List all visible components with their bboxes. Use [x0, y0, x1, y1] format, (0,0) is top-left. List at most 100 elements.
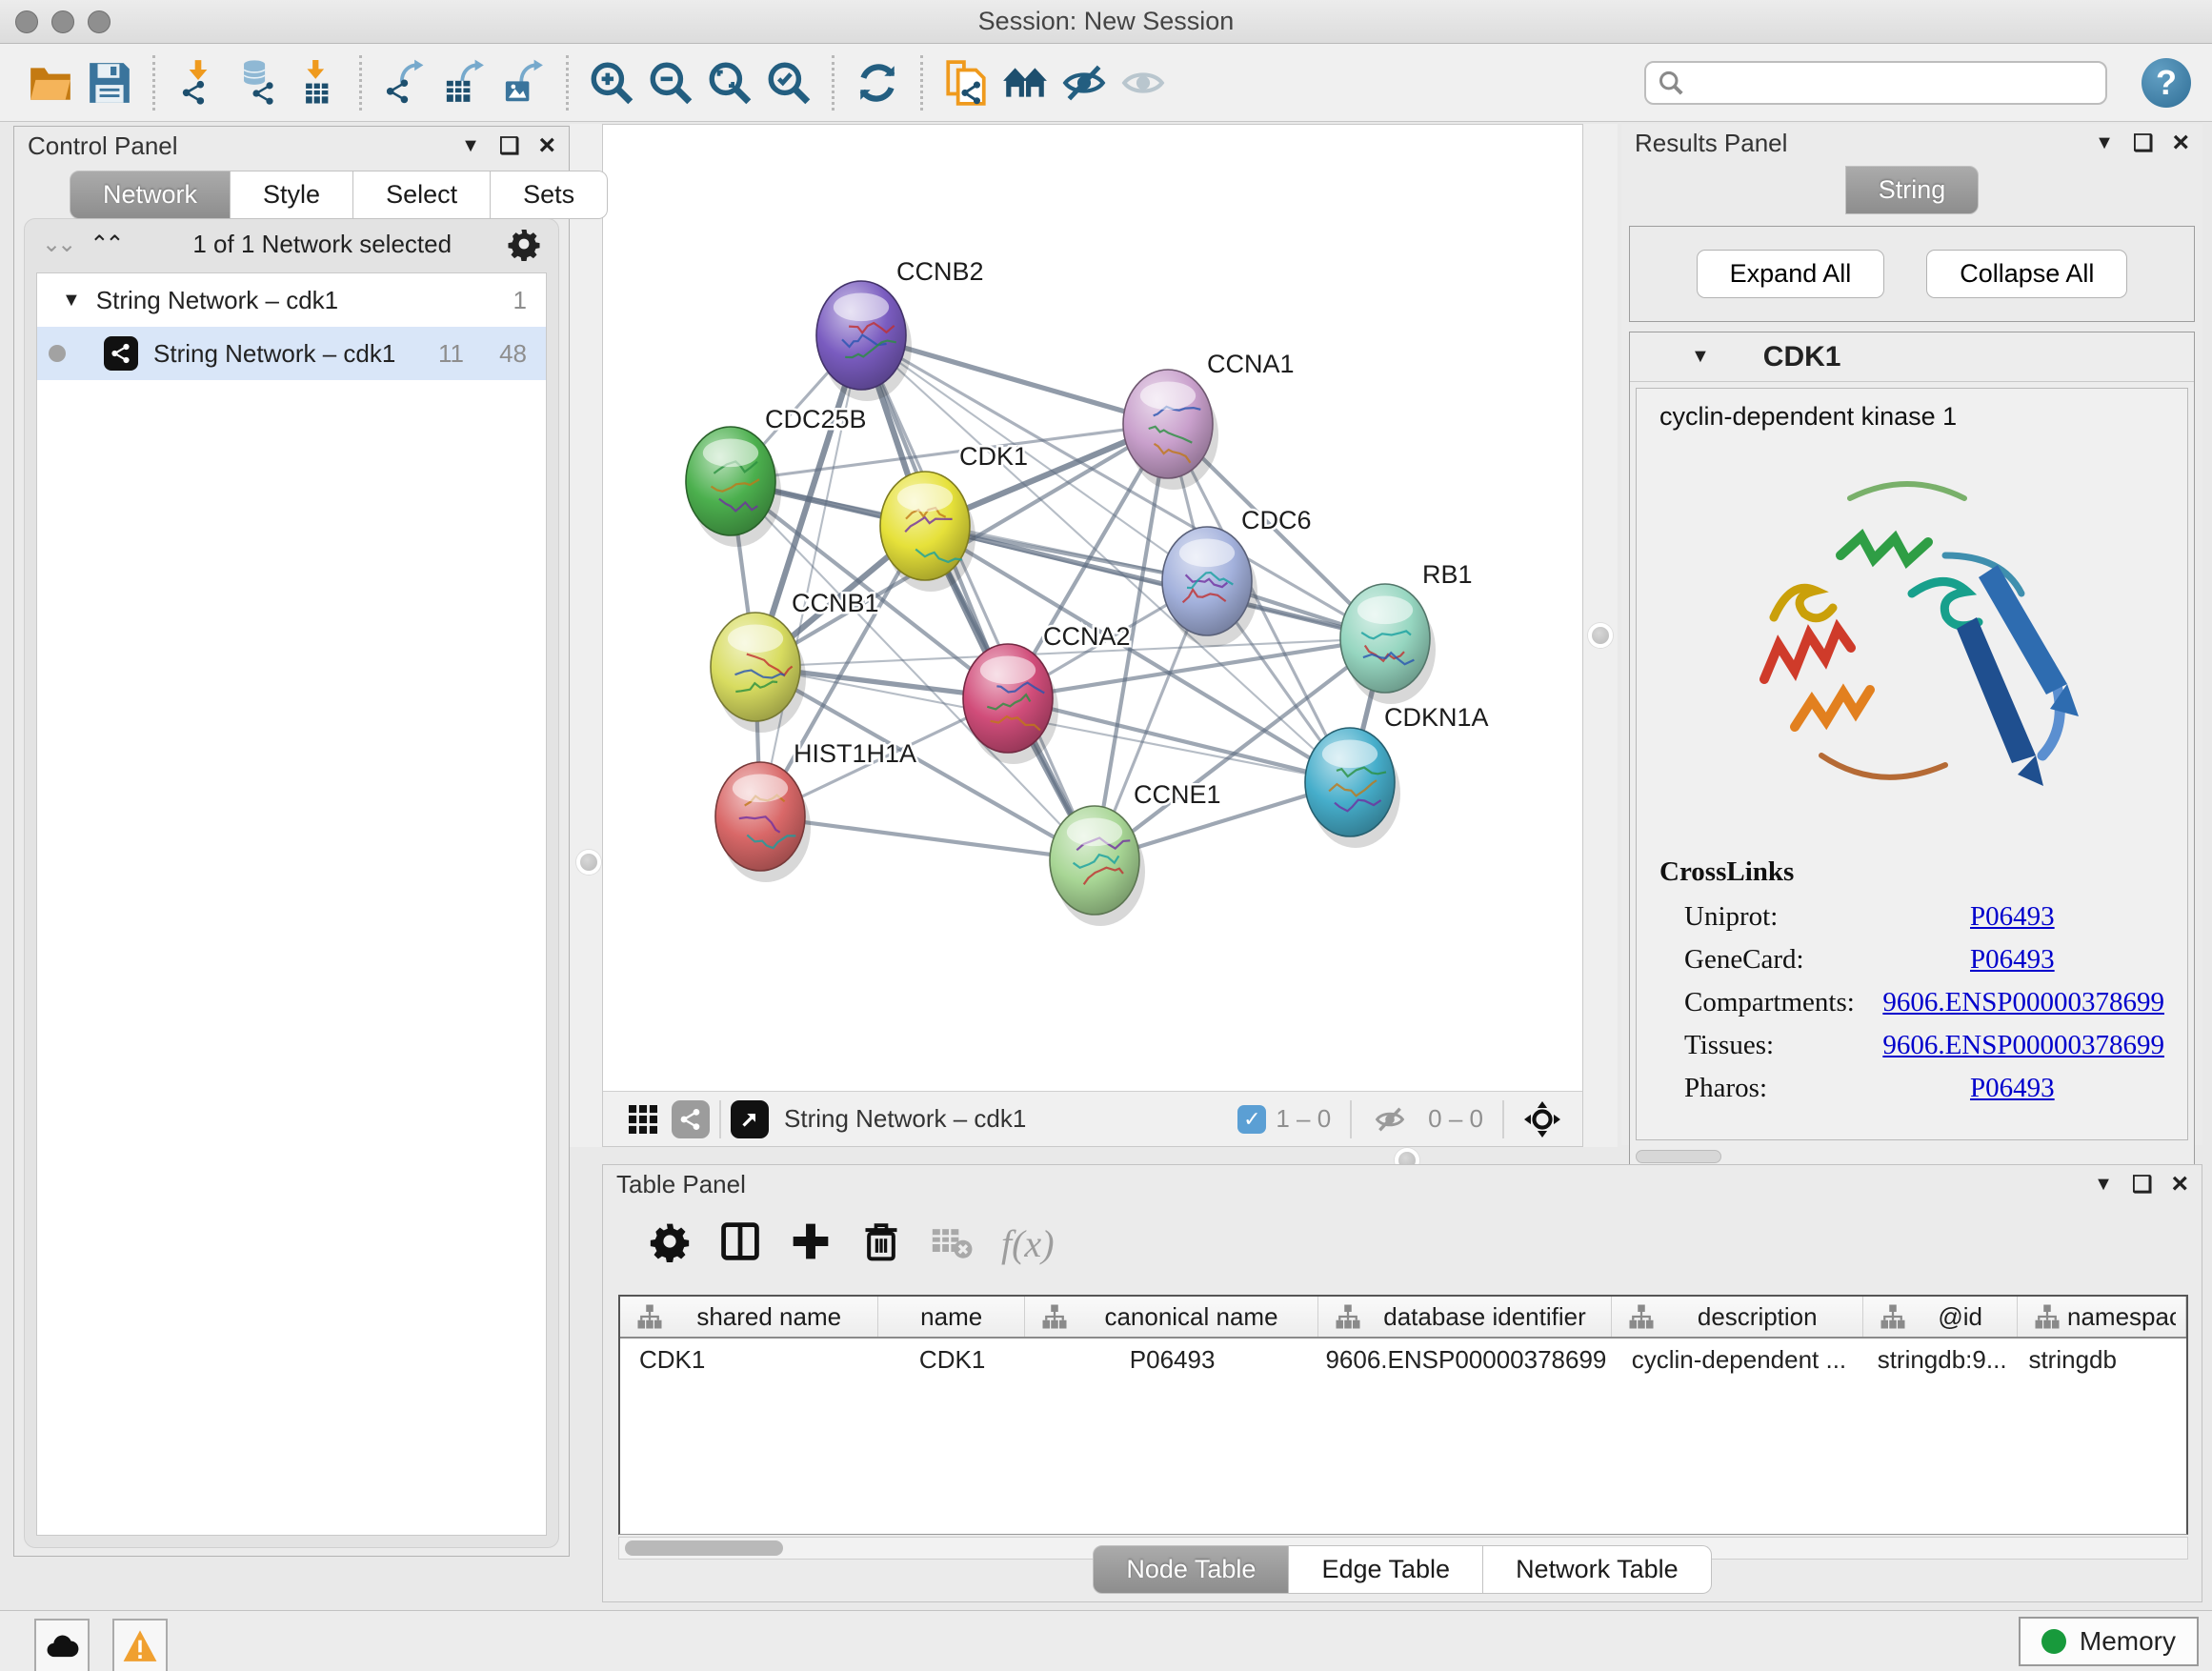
memory-button[interactable]: Memory [2019, 1617, 2199, 1666]
show-graphics-details-button[interactable] [1114, 53, 1173, 112]
collection-expander-icon[interactable]: ▼ [62, 290, 81, 312]
column-header-name[interactable]: name [878, 1297, 1025, 1337]
network-node-CCNB2[interactable] [816, 281, 912, 401]
network-canvas[interactable]: CCNB2CCNA1CDC25BCDK1CDC6RB1CCNB1CCNA2CDK… [603, 125, 1582, 1091]
control-panel-close-button[interactable]: × [538, 130, 555, 162]
collapse-all-networks-icon[interactable]: ⌄⌄ [42, 231, 72, 258]
results-buttons-box: Expand All Collapse All [1629, 226, 2195, 322]
refresh-view-button[interactable] [848, 53, 907, 112]
grid-view-button[interactable] [622, 1098, 664, 1140]
import-table-file-button[interactable] [287, 53, 346, 112]
table-cell[interactable]: stringdb:9... [1865, 1339, 2020, 1380]
crosslink-link[interactable]: 9606.ENSP00000378699 [1882, 1030, 2164, 1061]
network-node-CCNA2[interactable] [963, 644, 1058, 764]
crosslink-link[interactable]: P06493 [1970, 1073, 2055, 1104]
warnings-button[interactable] [112, 1619, 168, 1671]
tab-network-table[interactable]: Network Table [1483, 1545, 1712, 1594]
tab-string[interactable]: String [1845, 166, 1980, 214]
column-header-shared-name[interactable]: shared name [620, 1297, 878, 1337]
network-node-CDK1[interactable] [880, 472, 975, 592]
table-panel-float-button[interactable]: ❑ [2132, 1171, 2153, 1198]
open-session-button[interactable] [21, 53, 80, 112]
control-panel-float-button[interactable]: ❑ [499, 132, 520, 160]
tab-network[interactable]: Network [70, 171, 231, 219]
home-button[interactable] [995, 53, 1055, 112]
tab-node-table[interactable]: Node Table [1093, 1545, 1289, 1594]
control-panel-menu-button[interactable]: ▼ [461, 135, 480, 157]
tab-sets[interactable]: Sets [491, 171, 608, 219]
show-columns-button[interactable] [719, 1220, 761, 1267]
add-column-button[interactable] [790, 1220, 832, 1267]
network-edge-CCNB2-CCNE1[interactable] [861, 335, 1095, 860]
collapse-all-button[interactable]: Collapse All [1926, 250, 2127, 298]
results-panel-menu-button[interactable]: ▼ [2095, 132, 2114, 154]
node-label-HIST1H1A: HIST1H1A [794, 739, 916, 768]
cloud-status-button[interactable] [34, 1619, 90, 1671]
import-network-file-button[interactable] [169, 53, 228, 112]
network-collection-row[interactable]: ▼ String Network – cdk1 1 [37, 273, 546, 327]
network-node-CDC25B[interactable] [686, 427, 781, 547]
protein-expander-icon[interactable]: ▼ [1691, 346, 1710, 368]
delete-table-button[interactable] [931, 1220, 973, 1267]
table-cell[interactable]: CDK1 [620, 1339, 879, 1380]
table-panel-close-button[interactable]: × [2171, 1168, 2188, 1200]
tab-select[interactable]: Select [353, 171, 491, 219]
export-network-button[interactable] [375, 53, 434, 112]
search-box[interactable] [1644, 61, 2107, 105]
left-splitter[interactable] [570, 124, 604, 1147]
expand-all-button[interactable]: Expand All [1697, 250, 1885, 298]
delete-column-button[interactable] [860, 1220, 902, 1267]
right-splitter-handle[interactable] [1588, 623, 1613, 648]
table-cell[interactable]: P06493 [1025, 1339, 1318, 1380]
table-cell[interactable]: 9606.ENSP00000378699 [1319, 1339, 1613, 1380]
column-header-database-identifier[interactable]: database identifier [1318, 1297, 1612, 1337]
left-splitter-handle[interactable] [576, 850, 601, 875]
table-cell[interactable]: CDK1 [879, 1339, 1026, 1380]
crosslink-link[interactable]: 9606.ENSP00000378699 [1882, 987, 2164, 1018]
network-node-RB1[interactable] [1340, 584, 1436, 704]
network-options-gear-icon[interactable] [507, 227, 541, 261]
table-cell[interactable]: stringdb [2019, 1339, 2186, 1380]
column-header-id[interactable]: @id [1863, 1297, 2018, 1337]
search-input[interactable] [1684, 70, 2094, 96]
clone-network-button[interactable] [936, 53, 995, 112]
column-header-canonical-name[interactable]: canonical name [1025, 1297, 1318, 1337]
birds-eye-view-button[interactable] [1521, 1098, 1563, 1140]
network-node-CDKN1A[interactable] [1305, 728, 1400, 848]
zoom-in-button[interactable] [582, 53, 641, 112]
function-builder-button[interactable]: f(x) [1001, 1221, 1055, 1266]
import-network-database-button[interactable] [228, 53, 287, 112]
tab-edge-table[interactable]: Edge Table [1289, 1545, 1483, 1594]
save-session-button[interactable] [80, 53, 139, 112]
results-panel-close-button[interactable]: × [2172, 127, 2189, 159]
table-cell[interactable]: cyclin-dependent ... [1613, 1339, 1865, 1380]
table-panel-menu-button[interactable]: ▼ [2094, 1174, 2113, 1196]
zoom-fit-button[interactable] [700, 53, 759, 112]
results-scrollbar[interactable] [1636, 1150, 1721, 1163]
expand-all-networks-icon[interactable]: ⌃⌃ [90, 231, 120, 258]
network-node-CCNB1[interactable] [711, 613, 806, 733]
zoom-selected-button[interactable] [759, 53, 818, 112]
export-table-button[interactable] [434, 53, 493, 112]
selected-items-checkbox[interactable]: ✓ [1237, 1105, 1266, 1134]
network-row-selected[interactable]: String Network – cdk1 11 48 [37, 327, 546, 380]
crosslink-link[interactable]: P06493 [1970, 944, 2055, 976]
protein-section-header[interactable]: ▼ CDK1 [1630, 332, 2194, 382]
network-node-CDC6[interactable] [1162, 527, 1257, 647]
network-node-HIST1H1A[interactable] [715, 762, 811, 882]
crosslink-link[interactable]: P06493 [1970, 901, 2055, 933]
network-node-CCNE1[interactable] [1050, 806, 1145, 926]
network-node-CCNA1[interactable] [1123, 370, 1218, 490]
hide-graphics-details-button[interactable] [1055, 53, 1114, 112]
help-button[interactable]: ? [2142, 58, 2191, 108]
column-header-namespace[interactable]: namespace [2018, 1297, 2186, 1337]
tab-style[interactable]: Style [231, 171, 353, 219]
detach-view-button[interactable] [731, 1100, 769, 1138]
network-edge-CDK1-RB1[interactable] [925, 526, 1385, 638]
results-panel-float-button[interactable]: ❑ [2133, 130, 2154, 157]
zoom-out-button[interactable] [641, 53, 700, 112]
table-options-gear-button[interactable] [649, 1220, 691, 1267]
export-image-button[interactable] [493, 53, 553, 112]
table-row[interactable]: CDK1CDK1P064939606.ENSP00000378699cyclin… [620, 1339, 2186, 1380]
column-header-description[interactable]: description [1612, 1297, 1863, 1337]
